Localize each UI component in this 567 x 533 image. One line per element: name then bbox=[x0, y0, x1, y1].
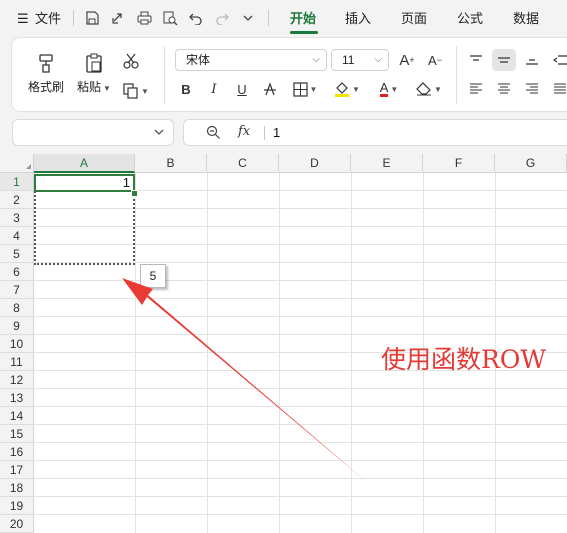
formula-bar[interactable]: fx 1 bbox=[183, 119, 567, 146]
paste-button[interactable]: 粘贴 ▼ bbox=[74, 48, 114, 95]
font-size-dropdown[interactable]: 11 ⌵ bbox=[331, 49, 389, 71]
justify-icon[interactable] bbox=[548, 78, 567, 100]
zoom-search-icon[interactable] bbox=[206, 125, 221, 143]
borders-icon[interactable]: ▼ bbox=[288, 78, 322, 100]
tab-page[interactable]: 页面 bbox=[401, 9, 427, 29]
eraser-icon[interactable]: ▼ bbox=[412, 78, 446, 100]
insert-function-button[interactable]: fx bbox=[238, 124, 250, 139]
spreadsheet-grid[interactable]: A B C D E F G 1 2 3 4 5 6 7 8 9 10 11 12… bbox=[0, 154, 567, 533]
tab-formulas[interactable]: 公式 bbox=[457, 9, 483, 29]
file-menu[interactable]: 文件 bbox=[35, 9, 61, 29]
font-color-icon[interactable]: A ▼ bbox=[372, 78, 406, 100]
cut-icon[interactable] bbox=[120, 50, 142, 72]
chevron-down-icon: ⌵ bbox=[312, 54, 320, 65]
formula-input[interactable]: 1 bbox=[273, 125, 280, 140]
chevron-down-icon[interactable]: ▼ bbox=[103, 84, 111, 93]
align-middle-icon[interactable] bbox=[492, 49, 516, 71]
chevron-down-icon[interactable] bbox=[153, 126, 165, 141]
brush-icon bbox=[26, 48, 66, 78]
fill-color-icon[interactable]: ▼ bbox=[330, 78, 364, 100]
copy-icon[interactable]: ▼ bbox=[120, 80, 152, 102]
clipboard-icon bbox=[74, 48, 114, 78]
tab-data[interactable]: 数据 bbox=[513, 9, 539, 29]
annotation-text: 使用函数ROW bbox=[381, 345, 547, 374]
align-right-icon[interactable] bbox=[520, 78, 544, 100]
ribbon-toolbar: 格式刷 粘贴 ▼ ▼ 宋体 ⌵ 11 ⌵ A + A − B I U ▼ ▼ A… bbox=[12, 38, 567, 111]
redo-icon[interactable] bbox=[213, 9, 231, 27]
ribbon-divider bbox=[456, 46, 457, 104]
decrease-font-size-button[interactable]: A − bbox=[424, 49, 446, 71]
font-name-dropdown[interactable]: 宋体 ⌵ bbox=[175, 49, 327, 71]
underline-button[interactable]: U bbox=[231, 78, 253, 100]
bold-button[interactable]: B bbox=[175, 78, 197, 100]
align-center-icon[interactable] bbox=[492, 78, 516, 100]
tab-insert[interactable]: 插入 bbox=[345, 9, 371, 29]
name-box[interactable] bbox=[12, 119, 174, 146]
format-painter-label: 格式刷 bbox=[27, 80, 64, 94]
decrease-font-label: A bbox=[428, 52, 437, 68]
undo-icon[interactable] bbox=[187, 9, 205, 27]
menu-bar: ☰ 文件 开始 插入 页面 公式 数据 bbox=[0, 0, 567, 37]
ribbon-divider bbox=[164, 46, 165, 104]
chevron-down-icon: ⌵ bbox=[374, 54, 382, 65]
share-icon[interactable] bbox=[109, 9, 127, 27]
align-bottom-icon[interactable] bbox=[520, 49, 544, 71]
increase-font-size-button[interactable]: A + bbox=[396, 49, 418, 71]
print-preview-icon[interactable] bbox=[161, 9, 179, 27]
increase-font-label: A bbox=[399, 51, 410, 69]
align-top-icon[interactable] bbox=[464, 49, 488, 71]
tab-home[interactable]: 开始 bbox=[290, 9, 316, 29]
print-icon[interactable] bbox=[135, 9, 153, 27]
menu-divider bbox=[268, 10, 269, 26]
italic-button[interactable]: I bbox=[203, 78, 225, 100]
save-icon[interactable] bbox=[83, 9, 101, 27]
chevron-down-icon[interactable] bbox=[239, 9, 257, 27]
font-size-value: 11 bbox=[342, 53, 355, 67]
align-left-icon[interactable] bbox=[464, 78, 488, 100]
strikethrough-icon[interactable] bbox=[259, 78, 281, 100]
formula-divider bbox=[264, 126, 265, 140]
hamburger-menu-icon[interactable]: ☰ bbox=[17, 9, 29, 29]
menu-divider bbox=[73, 10, 74, 26]
active-tab-indicator bbox=[290, 31, 318, 34]
paste-label: 粘贴 bbox=[77, 80, 102, 94]
font-name-value: 宋体 bbox=[186, 53, 211, 67]
format-painter-button[interactable]: 格式刷 bbox=[26, 48, 66, 95]
font-color-label: A bbox=[379, 79, 389, 97]
decrease-indent-icon[interactable] bbox=[548, 49, 567, 71]
